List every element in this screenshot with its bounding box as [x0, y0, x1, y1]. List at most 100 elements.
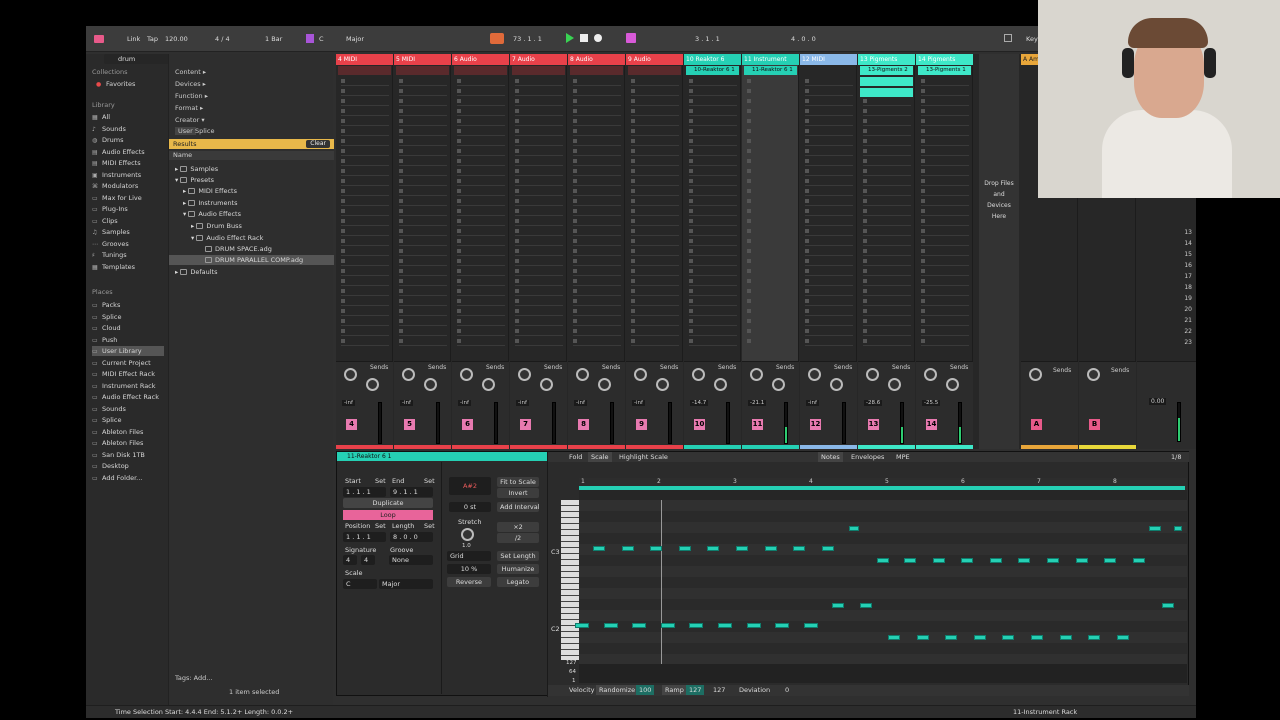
clip-slot[interactable]: [689, 137, 737, 146]
clip-slot[interactable]: [689, 257, 737, 266]
note-lane[interactable]: [579, 610, 1187, 621]
clip-slot[interactable]: [457, 147, 505, 156]
clip-slot[interactable]: [863, 297, 911, 306]
midi-note[interactable]: [650, 546, 663, 551]
clip-slot[interactable]: [573, 227, 621, 236]
place-item[interactable]: ▭ Current Project: [92, 358, 151, 368]
clip-slot[interactable]: [573, 167, 621, 176]
midi-note[interactable]: [1059, 635, 1072, 640]
clip-slot[interactable]: [747, 227, 795, 236]
clip-slot[interactable]: [805, 267, 853, 276]
volume-field[interactable]: -inf: [632, 400, 645, 406]
clip-slot[interactable]: [631, 277, 679, 286]
library-item[interactable]: ♫ Samples: [92, 227, 130, 237]
clear-button[interactable]: Clear: [306, 140, 330, 148]
clip-slot[interactable]: [457, 257, 505, 266]
clip-slot[interactable]: [921, 117, 969, 126]
format-filter[interactable]: Format ▸: [175, 104, 203, 112]
clip-slot[interactable]: [631, 147, 679, 156]
envelopes-tab[interactable]: Envelopes: [848, 452, 887, 462]
midi-note[interactable]: [877, 558, 889, 563]
library-item[interactable]: ▣ Instruments: [92, 170, 141, 180]
clip-slot[interactable]: [515, 127, 563, 136]
clip-slot[interactable]: [921, 147, 969, 156]
track-header[interactable]: 13 Pigments: [858, 54, 915, 65]
randomize-button[interactable]: Randomize: [596, 685, 639, 695]
clip-slot[interactable]: [341, 117, 389, 126]
send-b-knob[interactable]: [598, 378, 611, 391]
clip-slot[interactable]: [399, 147, 447, 156]
stop-icon[interactable]: [580, 34, 588, 42]
legato-button[interactable]: Legato: [497, 577, 539, 587]
clip-slot[interactable]: [341, 257, 389, 266]
clip-slot[interactable]: [805, 117, 853, 126]
clip-slot[interactable]: [341, 87, 389, 96]
pencil-icon[interactable]: [1004, 34, 1012, 42]
clip-slot[interactable]: [399, 127, 447, 136]
midi-note[interactable]: [621, 546, 634, 551]
clip-slot[interactable]: [631, 317, 679, 326]
clip-slot[interactable]: [689, 267, 737, 276]
quantize-menu[interactable]: 1 Bar: [262, 34, 285, 44]
volume-field[interactable]: -inf: [400, 400, 413, 406]
clip-slot[interactable]: [631, 177, 679, 186]
clip-slot[interactable]: [747, 87, 795, 96]
clip-slot[interactable]: [689, 187, 737, 196]
clip-slot[interactable]: [341, 277, 389, 286]
clip-slot[interactable]: [805, 327, 853, 336]
midi-note[interactable]: [1047, 558, 1059, 563]
clip-slot[interactable]: [689, 277, 737, 286]
clip[interactable]: 13-Pigments 2: [860, 66, 913, 75]
length-field[interactable]: 8 . 0 . 0: [390, 532, 433, 542]
piano-keys[interactable]: [561, 500, 579, 660]
clip-slot[interactable]: [457, 137, 505, 146]
clip-slot[interactable]: [515, 317, 563, 326]
play-icon[interactable]: [566, 33, 574, 43]
clip-slot-stop[interactable]: [396, 66, 449, 75]
volume-field[interactable]: -inf: [458, 400, 471, 406]
clip-slot[interactable]: [747, 327, 795, 336]
clip-slot[interactable]: [805, 217, 853, 226]
send-a-knob[interactable]: [460, 368, 473, 381]
track-header[interactable]: 10 Reaktor 6: [684, 54, 741, 65]
clip-slot[interactable]: [689, 107, 737, 116]
clip-slot[interactable]: [399, 117, 447, 126]
clip-slot[interactable]: [399, 107, 447, 116]
clip-slot[interactable]: [341, 107, 389, 116]
note-lane[interactable]: [579, 500, 1187, 511]
send-a-knob[interactable]: [402, 368, 415, 381]
clip-slot[interactable]: [573, 127, 621, 136]
midi-note[interactable]: [678, 546, 691, 551]
midi-note[interactable]: [1104, 558, 1117, 563]
clip-slot[interactable]: [805, 317, 853, 326]
clip-slot[interactable]: [573, 247, 621, 256]
clip-slot[interactable]: [515, 327, 563, 336]
clip-slot[interactable]: [341, 327, 389, 336]
send-a-knob[interactable]: [634, 368, 647, 381]
clip-slot[interactable]: [747, 167, 795, 176]
clip-slot[interactable]: [747, 107, 795, 116]
note-pitch-field[interactable]: A#2: [449, 477, 491, 495]
place-item[interactable]: ▭ Sounds: [92, 404, 126, 414]
content-filter[interactable]: Content ▸: [175, 68, 206, 76]
scale-button[interactable]: Scale: [588, 452, 612, 462]
clip-slot[interactable]: [863, 267, 911, 276]
clip-slot[interactable]: [399, 197, 447, 206]
library-item[interactable]: ▭ Max for Live: [92, 193, 142, 203]
clip-slot[interactable]: [399, 297, 447, 306]
clip-slot-stop[interactable]: [512, 66, 565, 75]
clip-slot[interactable]: [921, 257, 969, 266]
creator-filter[interactable]: Creator ▾: [175, 116, 205, 124]
midi-note[interactable]: [707, 546, 720, 551]
clip-slot[interactable]: [921, 247, 969, 256]
clip-slot[interactable]: [573, 197, 621, 206]
clip-slot[interactable]: [747, 257, 795, 266]
midi-note[interactable]: [945, 635, 958, 640]
ramp-start[interactable]: 127: [686, 685, 705, 695]
clip-slot[interactable]: [747, 137, 795, 146]
clip-slot[interactable]: [921, 307, 969, 316]
send-a-knob[interactable]: [924, 368, 937, 381]
clip-slot[interactable]: [515, 87, 563, 96]
clip-slot[interactable]: [689, 217, 737, 226]
tree-samples[interactable]: ▸ Samples: [175, 164, 218, 174]
